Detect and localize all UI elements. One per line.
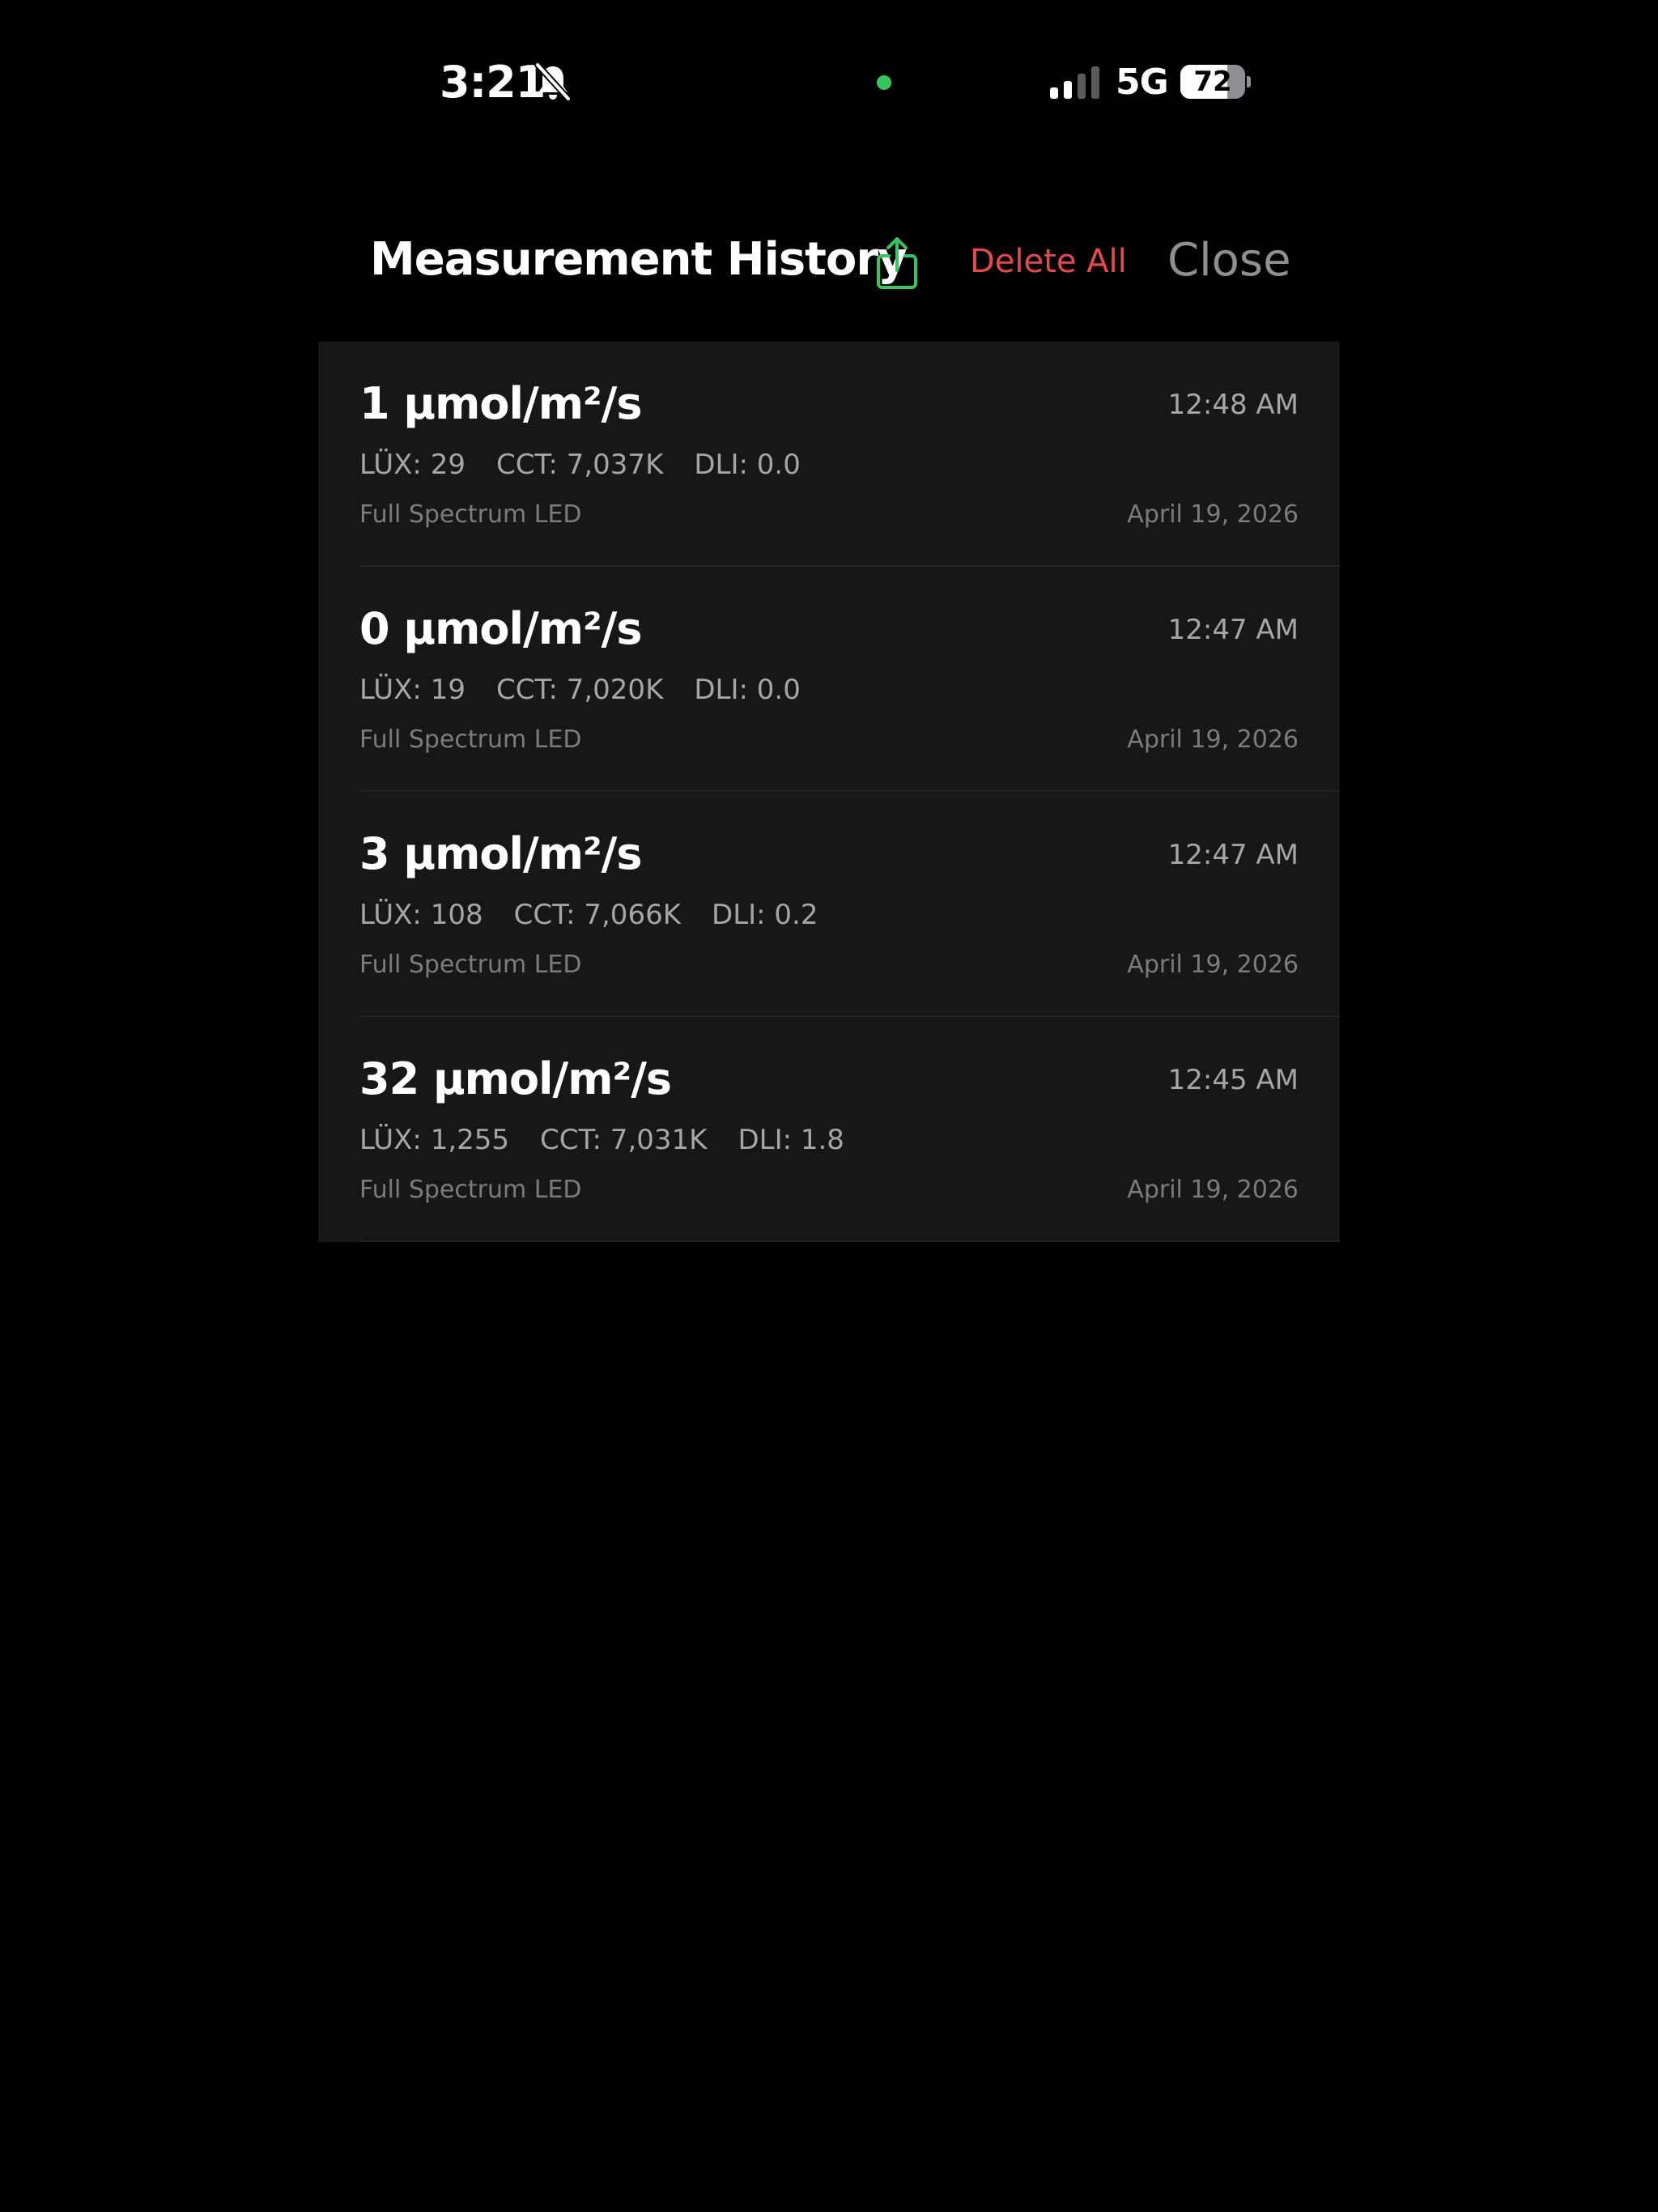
measurement-row[interactable]: 1 µmol/m²/s 12:48 AM LÜX: 29 CCT: 7,037K D… (318, 342, 1340, 567)
row-divider (359, 1240, 1340, 1242)
bell-slash-icon (534, 62, 572, 102)
measurement-metrics: LÜX: 19 CCT: 7,020K DLI: 0.0 (359, 672, 831, 708)
measurement-lux: LÜX: 29 (359, 449, 466, 481)
measurement-history-list: 1 µmol/m²/s 12:48 AM LÜX: 29 CCT: 7,037K D… (318, 342, 1340, 1242)
share-button[interactable] (873, 235, 921, 291)
measurement-row[interactable]: 32 µmol/m²/s 12:45 AM LÜX: 1,255 CCT: 7,0… (318, 1017, 1340, 1242)
cellular-signal-icon (1050, 66, 1099, 99)
status-bar: 3:21 5G 72 (0, 0, 1658, 162)
page-title: Measurement History (370, 233, 908, 286)
measurement-date: April 19, 2026 (1127, 500, 1299, 529)
measurement-light-source: Full Spectrum LED (359, 500, 582, 529)
measurement-time: 12:47 AM (1167, 614, 1299, 646)
measurement-date: April 19, 2026 (1127, 1176, 1299, 1204)
measurement-light-source: Full Spectrum LED (359, 1176, 582, 1204)
measurement-metrics: LÜX: 1,255 CCT: 7,031K DLI: 1.8 (359, 1122, 875, 1158)
measurement-cct: CCT: 7,020K (495, 674, 664, 706)
measurement-light-source: Full Spectrum LED (359, 951, 582, 979)
measurement-metrics: LÜX: 29 CCT: 7,037K DLI: 0.0 (359, 447, 831, 483)
measurement-dli: DLI: 0.2 (712, 899, 818, 931)
measurement-row[interactable]: 0 µmol/m²/s 12:47 AM LÜX: 19 CCT: 7,020K D… (318, 567, 1340, 792)
measurement-time: 12:45 AM (1167, 1064, 1299, 1096)
measurement-date: April 19, 2026 (1127, 725, 1299, 754)
measurement-light-source: Full Spectrum LED (359, 725, 582, 754)
measurement-cct: CCT: 7,037K (495, 449, 664, 481)
share-icon (877, 237, 917, 289)
measurement-cct: CCT: 7,031K (540, 1124, 708, 1156)
measurement-dli: DLI: 0.0 (694, 449, 801, 481)
measurement-lux: LÜX: 19 (359, 674, 466, 706)
measurement-dli: DLI: 0.0 (694, 674, 801, 706)
measurement-ppfd: 3 µmol/m²/s (359, 828, 642, 879)
measurement-ppfd: 0 µmol/m²/s (359, 603, 642, 654)
measurement-lux: LÜX: 1,255 (359, 1124, 510, 1156)
delete-all-button[interactable]: Delete All (970, 241, 1127, 282)
measurement-time: 12:47 AM (1167, 839, 1299, 871)
battery-level: 72 (1193, 66, 1232, 98)
close-button[interactable]: Close (1167, 233, 1291, 288)
measurement-metrics: LÜX: 108 CCT: 7,066K DLI: 0.2 (359, 897, 849, 933)
network-type: 5G (1116, 62, 1169, 103)
measurement-lux: LÜX: 108 (359, 899, 483, 931)
measurement-ppfd: 32 µmol/m²/s (359, 1053, 672, 1104)
measurement-date: April 19, 2026 (1127, 951, 1299, 979)
measurement-cct: CCT: 7,066K (513, 899, 682, 931)
battery-icon: 72 (1180, 65, 1251, 99)
status-time: 3:21 (440, 57, 546, 108)
measurement-ppfd: 1 µmol/m²/s (359, 378, 642, 429)
measurement-time: 12:48 AM (1167, 389, 1299, 421)
measurement-dli: DLI: 1.8 (738, 1124, 844, 1156)
navigation-header: Measurement History Delete All Close (317, 211, 1341, 316)
privacy-indicator-dot (877, 75, 891, 90)
measurement-row[interactable]: 3 µmol/m²/s 12:47 AM LÜX: 108 CCT: 7,066K… (318, 792, 1340, 1017)
